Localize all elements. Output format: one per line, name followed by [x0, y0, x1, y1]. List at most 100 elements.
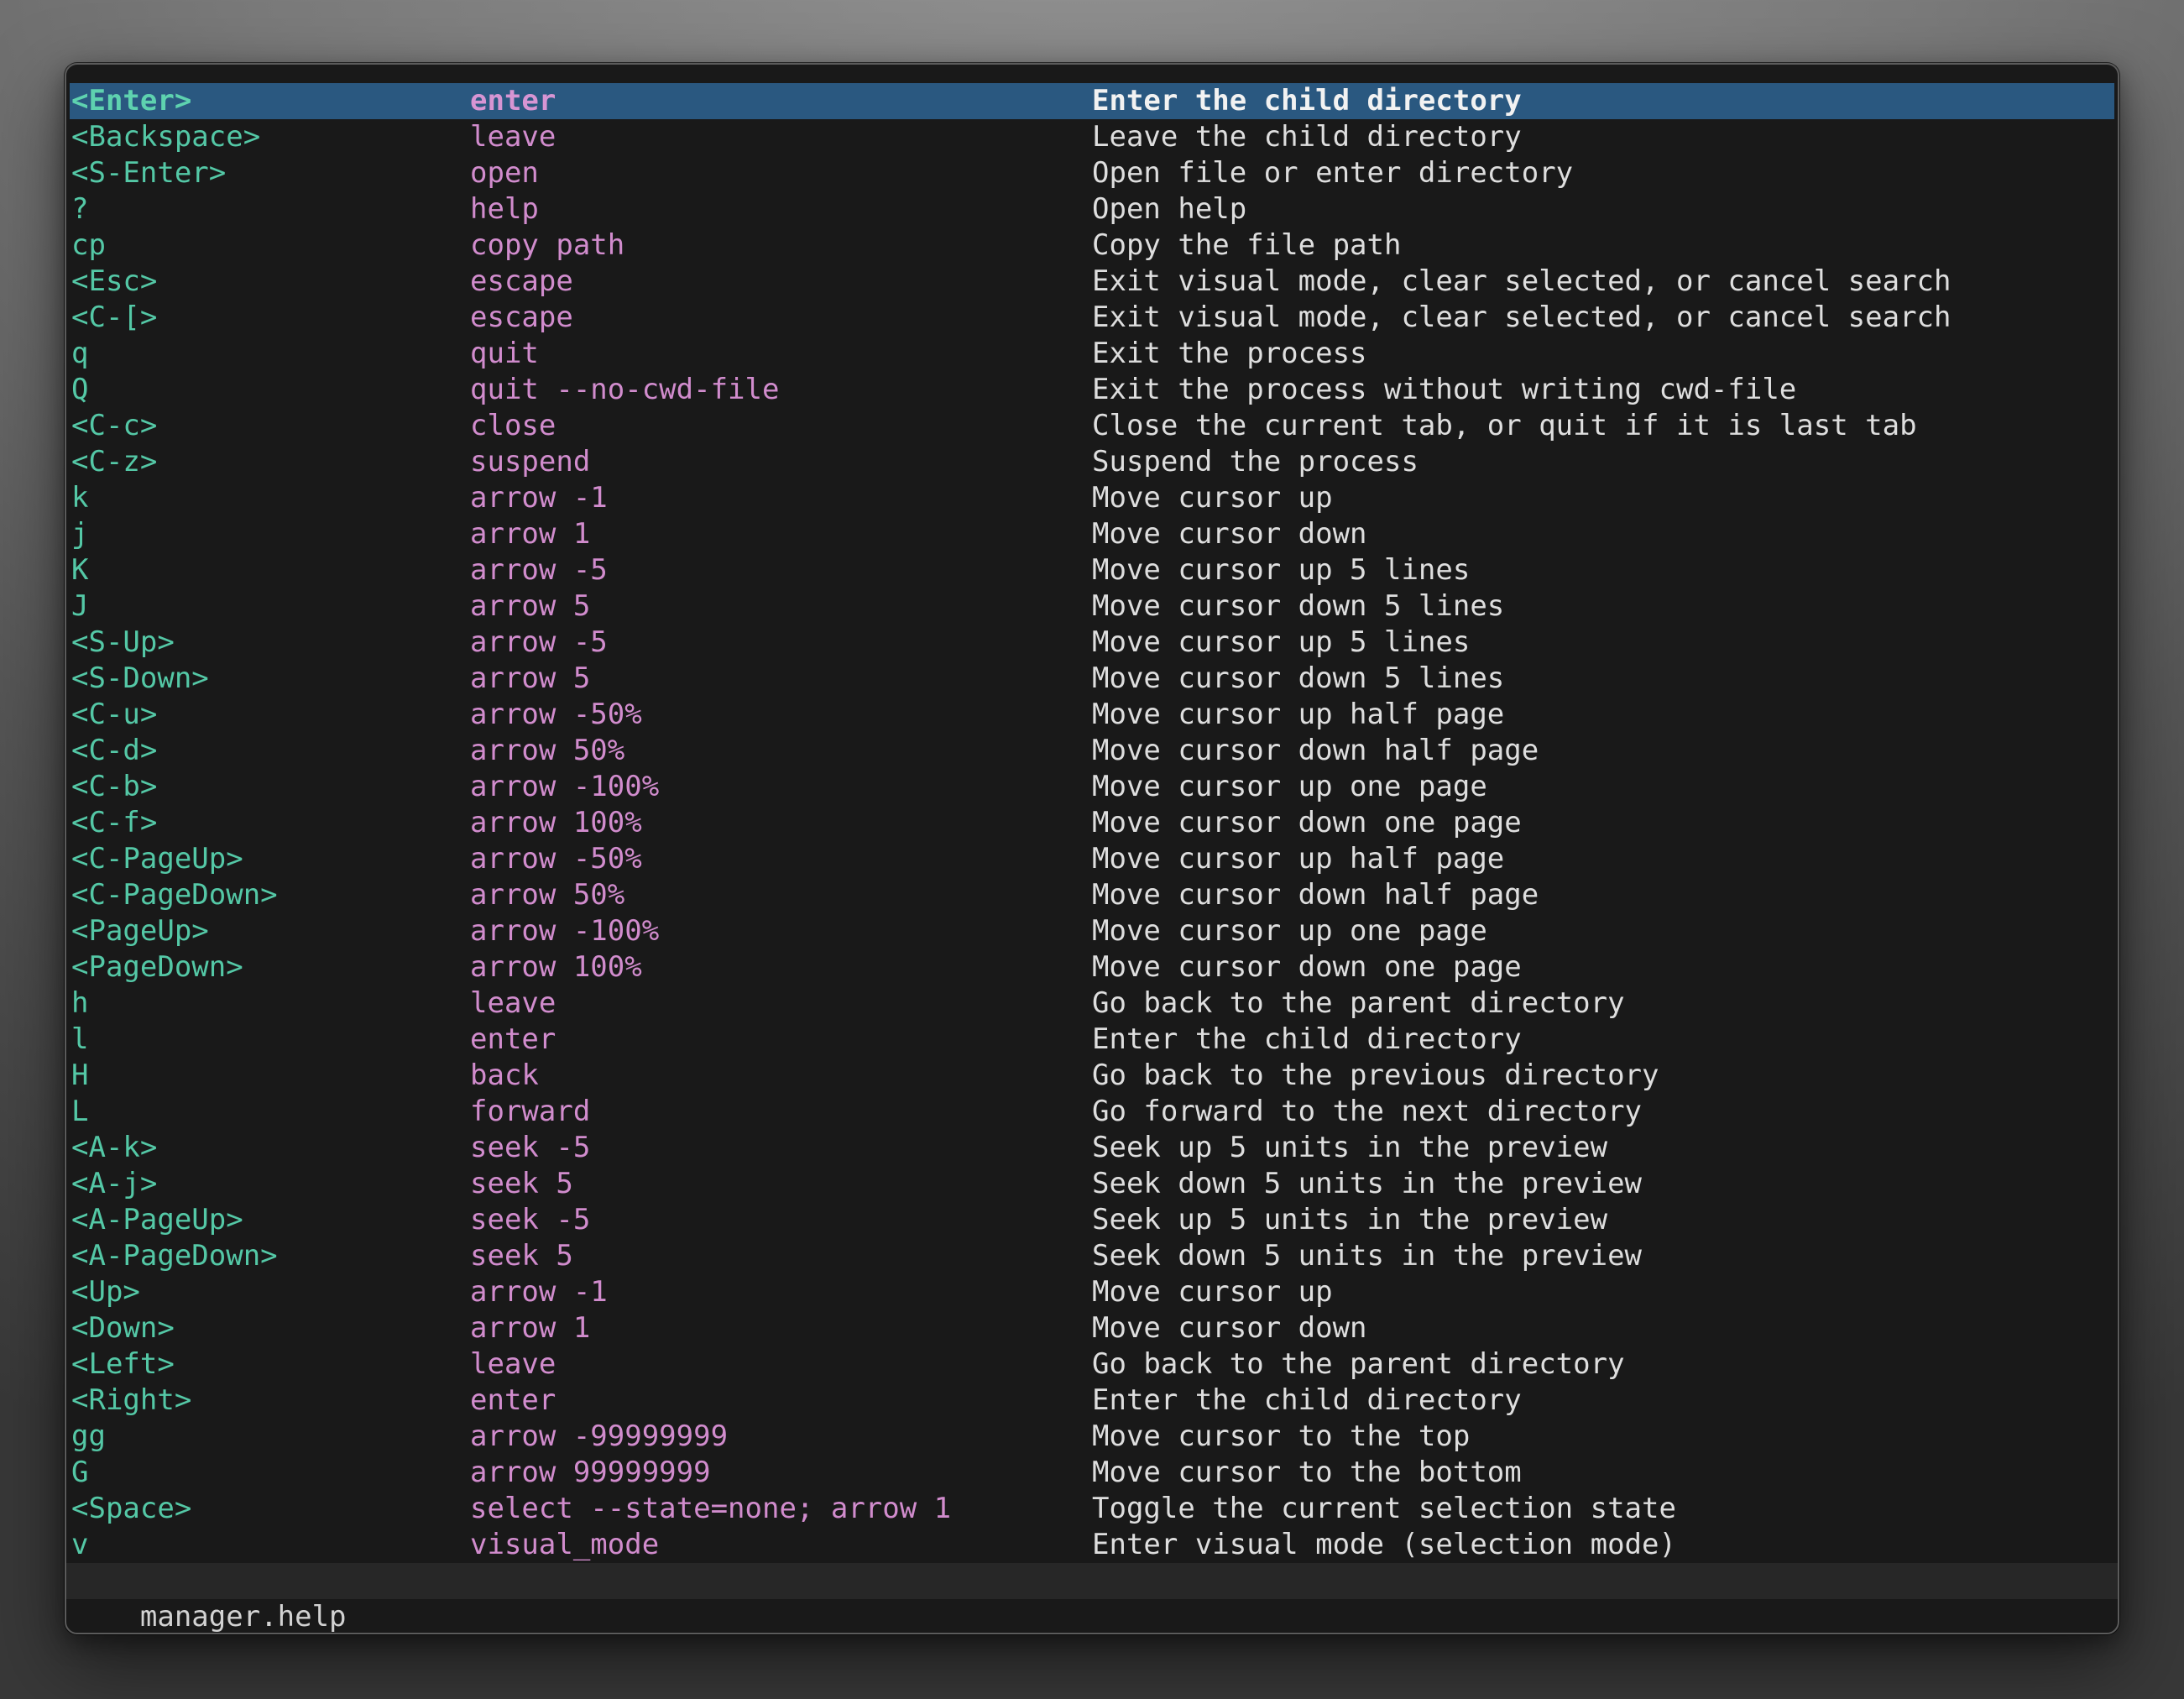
keybind-row[interactable]: <C-d> arrow 50% Move cursor down half pa… [70, 733, 2114, 769]
key-cell: q [71, 336, 470, 372]
command-cell: arrow 1 [470, 1310, 1092, 1346]
key-cell: <S-Up> [71, 625, 470, 661]
key-cell: <S-Enter> [71, 155, 470, 191]
command-cell: enter [470, 83, 1092, 119]
description-cell: Go back to the parent directory [1092, 1346, 2113, 1383]
command-cell: select --state=none; arrow 1 [470, 1491, 1092, 1527]
key-cell: <A-PageDown> [71, 1238, 470, 1274]
command-cell: leave [470, 119, 1092, 155]
keybind-row[interactable]: k arrow -1 Move cursor up [70, 480, 2114, 516]
keybind-row[interactable]: H back Go back to the previous directory [70, 1058, 2114, 1094]
keybind-row[interactable]: v visual_mode Enter visual mode (selecti… [70, 1527, 2114, 1563]
keybind-row[interactable]: <S-Down> arrow 5 Move cursor down 5 line… [70, 661, 2114, 697]
key-cell: ? [71, 191, 470, 227]
keybind-row[interactable]: <C-b> arrow -100% Move cursor up one pag… [70, 769, 2114, 805]
key-cell: <S-Down> [71, 661, 470, 697]
keybind-row[interactable]: <S-Enter> open Open file or enter direct… [70, 155, 2114, 191]
keybind-row[interactable]: <Enter> enter Enter the child directory [70, 83, 2114, 119]
keybind-row[interactable]: h leave Go back to the parent directory [70, 985, 2114, 1022]
keybind-row[interactable]: l enter Enter the child directory [70, 1022, 2114, 1058]
key-cell: <Backspace> [71, 119, 470, 155]
description-cell: Leave the child directory [1092, 119, 2113, 155]
key-cell: <C-d> [71, 733, 470, 769]
keybind-row[interactable]: cp copy path Copy the file path [70, 227, 2114, 264]
description-cell: Seek down 5 units in the preview [1092, 1238, 2113, 1274]
command-cell: leave [470, 1346, 1092, 1383]
description-cell: Exit visual mode, clear selected, or can… [1092, 264, 2113, 300]
key-cell: l [71, 1022, 470, 1058]
keybind-row[interactable]: <PageDown> arrow 100% Move cursor down o… [70, 949, 2114, 985]
keybind-row[interactable]: <Space> select --state=none; arrow 1 Tog… [70, 1491, 2114, 1527]
keybind-row[interactable]: <A-PageDown> seek 5 Seek down 5 units in… [70, 1238, 2114, 1274]
keybind-row[interactable]: <C-PageUp> arrow -50% Move cursor up hal… [70, 841, 2114, 877]
keybind-row[interactable]: L forward Go forward to the next directo… [70, 1094, 2114, 1130]
description-cell: Enter the child directory [1092, 83, 2113, 119]
keybind-row[interactable]: q quit Exit the process [70, 336, 2114, 372]
keybind-row[interactable]: <Backspace> leave Leave the child direct… [70, 119, 2114, 155]
command-cell: forward [470, 1094, 1092, 1130]
description-cell: Enter visual mode (selection mode) [1092, 1527, 2113, 1563]
keybind-row[interactable]: <Down> arrow 1 Move cursor down [70, 1310, 2114, 1346]
command-cell: arrow -100% [470, 769, 1092, 805]
keybind-row[interactable]: Q quit --no-cwd-file Exit the process wi… [70, 372, 2114, 408]
command-cell: seek 5 [470, 1238, 1092, 1274]
keybind-row[interactable]: J arrow 5 Move cursor down 5 lines [70, 588, 2114, 625]
key-cell: J [71, 588, 470, 625]
command-cell: seek 5 [470, 1166, 1092, 1202]
description-cell: Move cursor up 5 lines [1092, 625, 2113, 661]
keybind-row[interactable]: <A-k> seek -5 Seek up 5 units in the pre… [70, 1130, 2114, 1166]
description-cell: Go back to the parent directory [1092, 985, 2113, 1022]
keybind-row[interactable]: <C-PageDown> arrow 50% Move cursor down … [70, 877, 2114, 913]
keybind-row[interactable]: <Up> arrow -1 Move cursor up [70, 1274, 2114, 1310]
command-cell: arrow -1 [470, 1274, 1092, 1310]
command-cell: close [470, 408, 1092, 444]
key-cell: j [71, 516, 470, 552]
description-cell: Move cursor down one page [1092, 949, 2113, 985]
description-cell: Move cursor to the bottom [1092, 1455, 2113, 1491]
keybind-row[interactable]: <PageUp> arrow -100% Move cursor up one … [70, 913, 2114, 949]
keybind-row[interactable]: <C-c> close Close the current tab, or qu… [70, 408, 2114, 444]
key-cell: K [71, 552, 470, 588]
terminal-window[interactable]: <Enter> enter Enter the child directory … [65, 63, 2119, 1634]
keybind-row[interactable]: gg arrow -99999999 Move cursor to the to… [70, 1419, 2114, 1455]
keybind-row[interactable]: <Right> enter Enter the child directory [70, 1383, 2114, 1419]
command-cell: arrow -1 [470, 480, 1092, 516]
command-cell: arrow 5 [470, 588, 1092, 625]
keybind-row[interactable]: <Esc> escape Exit visual mode, clear sel… [70, 264, 2114, 300]
key-cell: <C-[> [71, 300, 470, 336]
key-cell: L [71, 1094, 470, 1130]
keybind-row[interactable]: <Left> leave Go back to the parent direc… [70, 1346, 2114, 1383]
keybind-row[interactable]: j arrow 1 Move cursor down [70, 516, 2114, 552]
command-cell: quit --no-cwd-file [470, 372, 1092, 408]
keybind-row[interactable]: K arrow -5 Move cursor up 5 lines [70, 552, 2114, 588]
command-cell: arrow -50% [470, 841, 1092, 877]
description-cell: Go forward to the next directory [1092, 1094, 2113, 1130]
description-cell: Move cursor up 5 lines [1092, 552, 2113, 588]
key-cell: <Up> [71, 1274, 470, 1310]
keybind-row[interactable]: <C-[> escape Exit visual mode, clear sel… [70, 300, 2114, 336]
keybind-row[interactable]: <C-u> arrow -50% Move cursor up half pag… [70, 697, 2114, 733]
keybind-row[interactable]: <C-z> suspend Suspend the process [70, 444, 2114, 480]
description-cell: Seek down 5 units in the preview [1092, 1166, 2113, 1202]
keybind-row[interactable]: <A-j> seek 5 Seek down 5 units in the pr… [70, 1166, 2114, 1202]
description-cell: Move cursor up one page [1092, 913, 2113, 949]
command-cell: arrow 1 [470, 516, 1092, 552]
keybind-row[interactable]: <S-Up> arrow -5 Move cursor up 5 lines [70, 625, 2114, 661]
description-cell: Exit the process without writing cwd-fil… [1092, 372, 2113, 408]
command-cell: enter [470, 1022, 1092, 1058]
keybind-row[interactable]: G arrow 99999999 Move cursor to the bott… [70, 1455, 2114, 1491]
command-cell: arrow 50% [470, 733, 1092, 769]
description-cell: Move cursor down 5 lines [1092, 661, 2113, 697]
description-cell: Copy the file path [1092, 227, 2113, 264]
keybind-row[interactable]: ? help Open help [70, 191, 2114, 227]
keybind-row[interactable]: <C-f> arrow 100% Move cursor down one pa… [70, 805, 2114, 841]
command-cell: arrow 100% [470, 805, 1092, 841]
command-cell: arrow -100% [470, 913, 1092, 949]
keybind-row[interactable]: <A-PageUp> seek -5 Seek up 5 units in th… [70, 1202, 2114, 1238]
key-cell: v [71, 1527, 470, 1563]
description-cell: Move cursor up one page [1092, 769, 2113, 805]
key-cell: h [71, 985, 470, 1022]
help-keybindings-list: <Enter> enter Enter the child directory … [66, 65, 2118, 1563]
description-cell: Open help [1092, 191, 2113, 227]
command-cell: arrow -50% [470, 697, 1092, 733]
